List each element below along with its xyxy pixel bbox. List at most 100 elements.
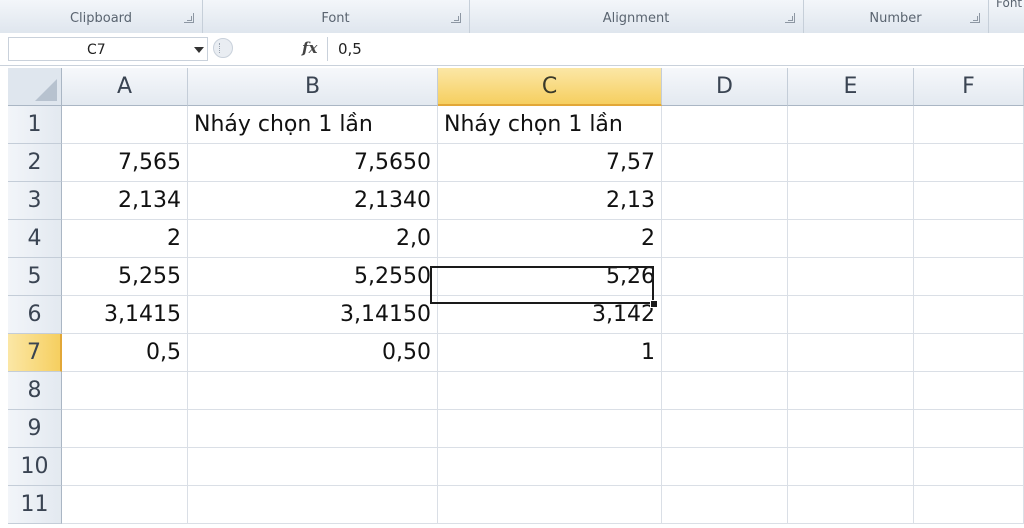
cell-e10[interactable] <box>788 448 914 486</box>
cell-a6[interactable]: 3,1415 <box>62 296 188 334</box>
alignment-dialog-launcher-icon[interactable] <box>785 13 795 23</box>
cell-d8[interactable] <box>662 372 788 410</box>
column-header-a[interactable]: A <box>62 68 188 106</box>
column-header-f[interactable]: F <box>914 68 1024 106</box>
cell-c7[interactable]: 1 <box>438 334 662 372</box>
cell-d1[interactable] <box>662 106 788 144</box>
cell-f4[interactable] <box>914 220 1024 258</box>
cell-f5[interactable] <box>914 258 1024 296</box>
cell-a3[interactable]: 2,134 <box>62 182 188 220</box>
cell-a11[interactable] <box>62 486 188 524</box>
column-header-b[interactable]: B <box>188 68 438 106</box>
cell-c8[interactable] <box>438 372 662 410</box>
cell-e9[interactable] <box>788 410 914 448</box>
cell-c5[interactable]: 5,26 <box>438 258 662 296</box>
cell-b1[interactable]: Nháy chọn 1 lần <box>188 106 438 144</box>
row-header-8[interactable]: 8 <box>8 372 62 410</box>
cell-b5[interactable]: 5,2550 <box>188 258 438 296</box>
row-header-4[interactable]: 4 <box>8 220 62 258</box>
row-header-2[interactable]: 2 <box>8 144 62 182</box>
cell-a2[interactable]: 7,565 <box>62 144 188 182</box>
cell-d9[interactable] <box>662 410 788 448</box>
formula-bar-resize-handle[interactable] <box>213 38 233 58</box>
cell-a5[interactable]: 5,255 <box>62 258 188 296</box>
cell-a9[interactable] <box>62 410 188 448</box>
row-header-3[interactable]: 3 <box>8 182 62 220</box>
cell-b7[interactable]: 0,50 <box>188 334 438 372</box>
cell-d4[interactable] <box>662 220 788 258</box>
ribbon-group-number: Number <box>803 0 989 33</box>
cell-b11[interactable] <box>188 486 438 524</box>
formula-input[interactable]: 0,5 <box>338 40 362 58</box>
cell-f10[interactable] <box>914 448 1024 486</box>
cell-d6[interactable] <box>662 296 788 334</box>
cell-f8[interactable] <box>914 372 1024 410</box>
clipboard-dialog-launcher-icon[interactable] <box>184 13 194 23</box>
cell-b2[interactable]: 7,5650 <box>188 144 438 182</box>
cell-f7[interactable] <box>914 334 1024 372</box>
cell-d2[interactable] <box>662 144 788 182</box>
row-header-1[interactable]: 1 <box>8 106 62 144</box>
cell-e6[interactable] <box>788 296 914 334</box>
ribbon-group-font: Font <box>202 0 470 33</box>
cell-f11[interactable] <box>914 486 1024 524</box>
formula-bar-divider <box>327 37 328 61</box>
cell-e3[interactable] <box>788 182 914 220</box>
cell-d10[interactable] <box>662 448 788 486</box>
fill-handle[interactable] <box>650 300 658 308</box>
cell-c9[interactable] <box>438 410 662 448</box>
row-header-10[interactable]: 10 <box>8 448 62 486</box>
chevron-down-icon[interactable] <box>194 47 204 53</box>
row-header-6[interactable]: 6 <box>8 296 62 334</box>
cell-c11[interactable] <box>438 486 662 524</box>
cell-c2[interactable]: 7,57 <box>438 144 662 182</box>
cell-d11[interactable] <box>662 486 788 524</box>
number-dialog-launcher-icon[interactable] <box>970 13 980 23</box>
cell-d7[interactable] <box>662 334 788 372</box>
cell-a10[interactable] <box>62 448 188 486</box>
cell-e7[interactable] <box>788 334 914 372</box>
cell-a8[interactable] <box>62 372 188 410</box>
cell-f9[interactable] <box>914 410 1024 448</box>
column-header-c[interactable]: C <box>438 68 662 106</box>
cell-f3[interactable] <box>914 182 1024 220</box>
alignment-group-label: Alignment <box>602 11 670 26</box>
font-dialog-launcher-icon[interactable] <box>451 13 461 23</box>
cell-c6[interactable]: 3,142 <box>438 296 662 334</box>
select-all-button[interactable] <box>8 68 62 106</box>
column-header-d[interactable]: D <box>662 68 788 106</box>
cell-b4[interactable]: 2,0 <box>188 220 438 258</box>
cell-f2[interactable] <box>914 144 1024 182</box>
cell-a4[interactable]: 2 <box>62 220 188 258</box>
cell-e11[interactable] <box>788 486 914 524</box>
cell-a1[interactable] <box>62 106 188 144</box>
column-header-e[interactable]: E <box>788 68 914 106</box>
cell-e5[interactable] <box>788 258 914 296</box>
row-header-5[interactable]: 5 <box>8 258 62 296</box>
cell-d3[interactable] <box>662 182 788 220</box>
cell-b10[interactable] <box>188 448 438 486</box>
row-header-11[interactable]: 11 <box>8 486 62 524</box>
cell-f1[interactable] <box>914 106 1024 144</box>
cell-f6[interactable] <box>914 296 1024 334</box>
cell-b3[interactable]: 2,1340 <box>188 182 438 220</box>
cell-c10[interactable] <box>438 448 662 486</box>
cell-b6[interactable]: 3,14150 <box>188 296 438 334</box>
cell-b9[interactable] <box>188 410 438 448</box>
row-header-7[interactable]: 7 <box>8 334 62 372</box>
cell-b8[interactable] <box>188 372 438 410</box>
name-box[interactable]: C7 <box>8 37 208 61</box>
cell-e8[interactable] <box>788 372 914 410</box>
font-group-label: Font <box>321 11 350 26</box>
cell-c1[interactable]: Nháy chọn 1 lần <box>438 106 662 144</box>
row-header-9[interactable]: 9 <box>8 410 62 448</box>
cell-e4[interactable] <box>788 220 914 258</box>
cell-c4[interactable]: 2 <box>438 220 662 258</box>
cell-c3[interactable]: 2,13 <box>438 182 662 220</box>
cell-d5[interactable] <box>662 258 788 296</box>
cell-a7[interactable]: 0,5 <box>62 334 188 372</box>
cell-e2[interactable] <box>788 144 914 182</box>
cell-e1[interactable] <box>788 106 914 144</box>
ribbon-group-strip: Clipboard Font Alignment Number Font <box>0 0 1024 34</box>
insert-function-button[interactable]: fx <box>302 39 317 57</box>
